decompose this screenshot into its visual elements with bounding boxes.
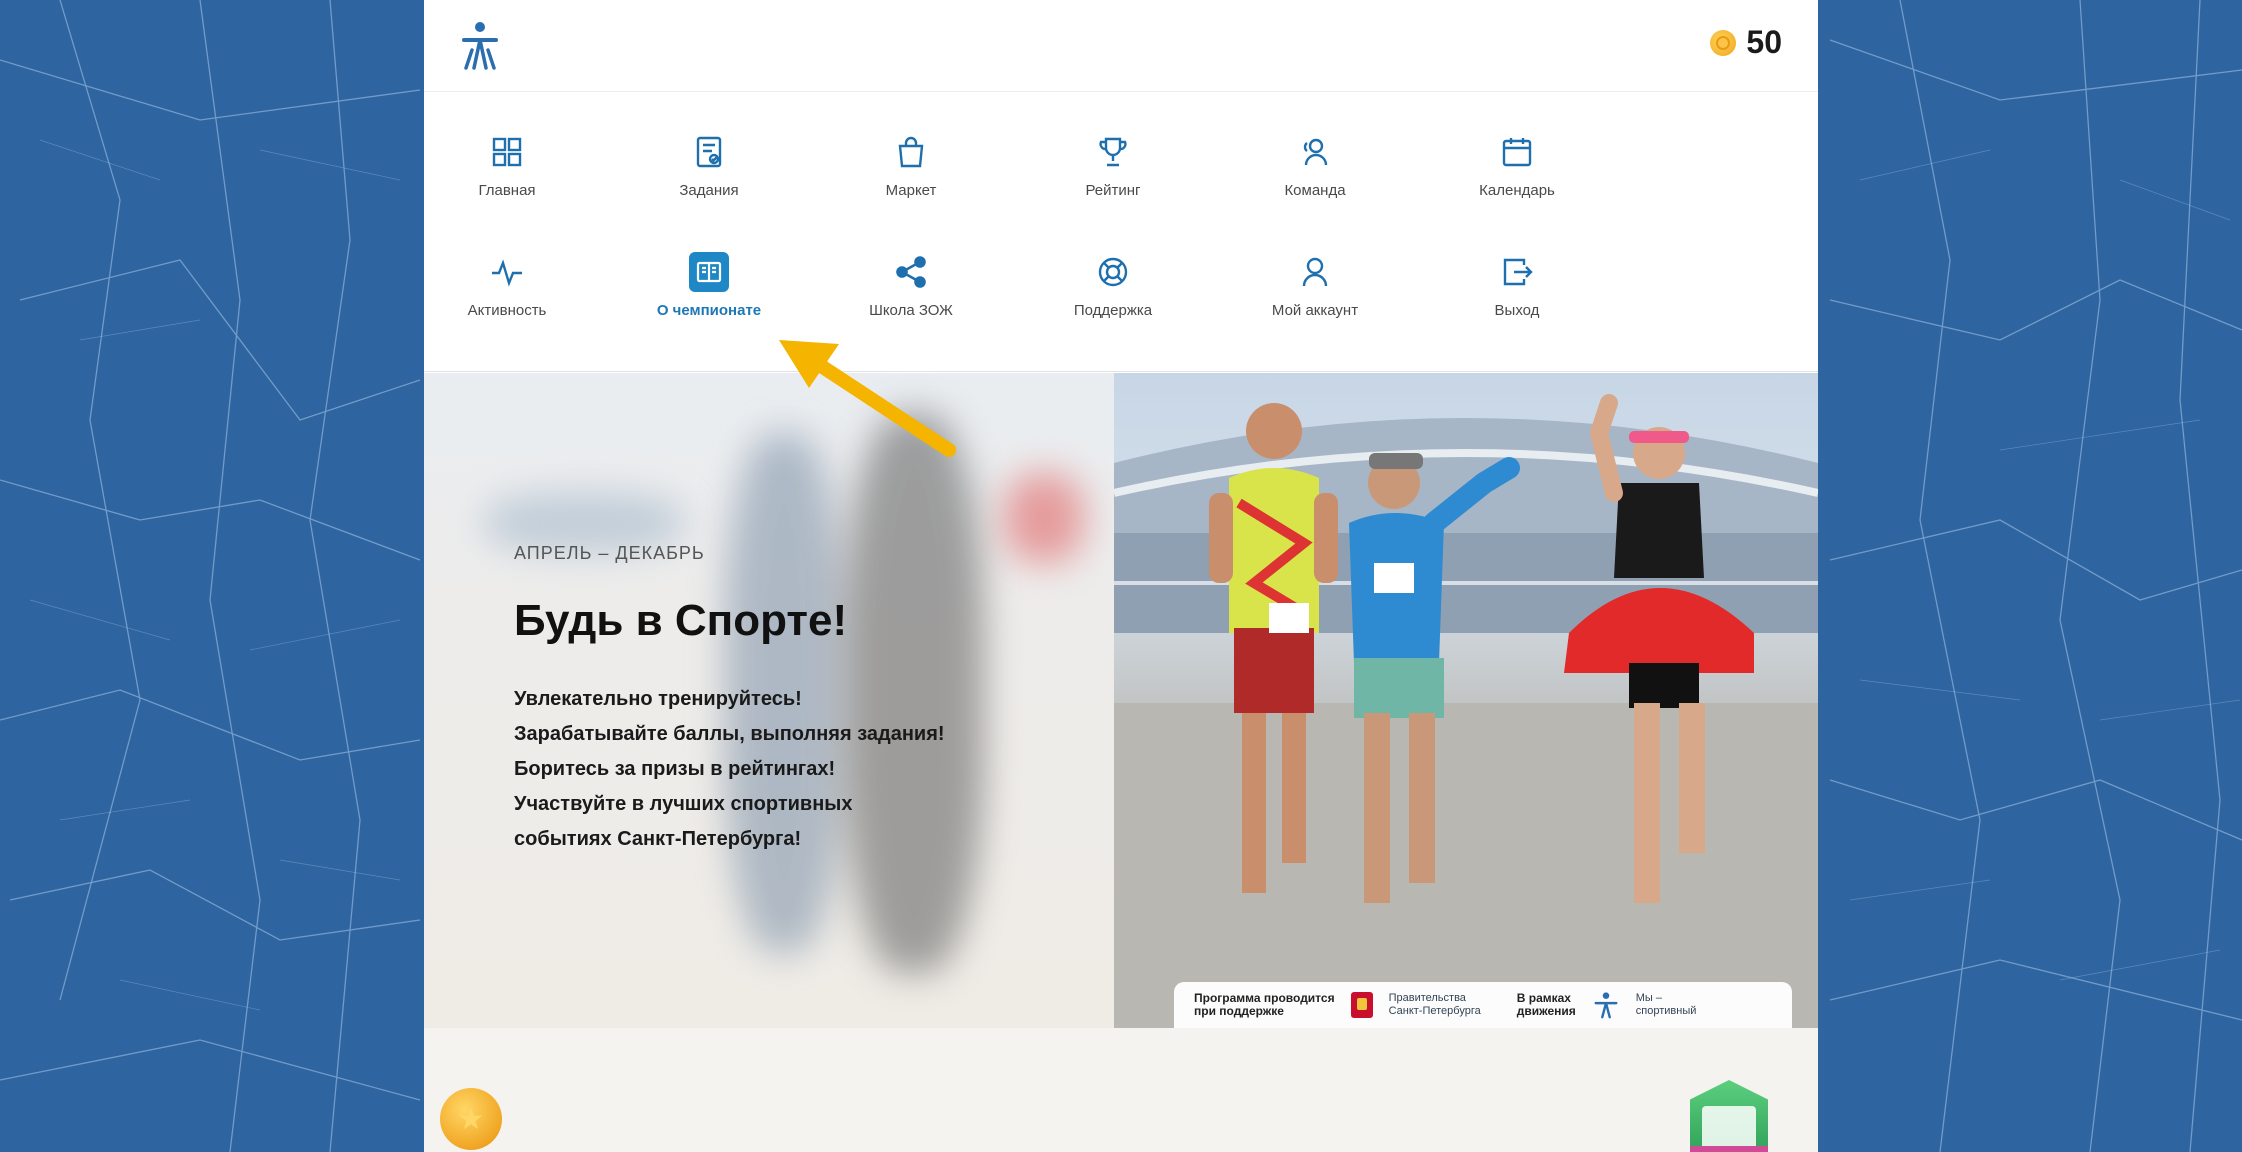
nav-label: Маркет — [885, 182, 937, 199]
nav-item-market[interactable]: Маркет — [836, 132, 986, 212]
government-text: Правительства Санкт-Петербурга — [1389, 992, 1481, 1018]
app-window: 50 Главная Задания Маркет Рейтинг Команд… — [424, 0, 1818, 1152]
nav-item-about-championship[interactable]: О чемпионате — [634, 252, 784, 332]
hero-line: Участвуйте в лучших спортивных — [514, 793, 853, 815]
nav-item-logout[interactable]: Выход — [1442, 252, 1592, 332]
hero-line: Боритесь за призы в рейтингах! — [514, 758, 836, 780]
team-icon — [1295, 132, 1335, 172]
movement-text: В рамках движения — [1517, 992, 1576, 1018]
hero-line: событиях Санкт-Петербурга! — [514, 828, 802, 850]
nav-item-rating[interactable]: Рейтинг — [1038, 132, 1188, 212]
nav-label: Главная — [478, 182, 536, 199]
nav-label: Календарь — [1479, 182, 1555, 199]
coat-of-arms-icon — [1350, 992, 1373, 1018]
nav-label: Задания — [679, 182, 739, 199]
hero-body: Увлекательно тренируйтесь! Зарабатывайте… — [514, 682, 1074, 857]
coin-count: 50 — [1746, 24, 1782, 60]
calendar-icon — [1497, 132, 1537, 172]
hero-eyebrow: АПРЕЛЬ – ДЕКАБРЬ — [514, 543, 705, 563]
annotation-arrow-icon — [779, 340, 956, 457]
nav-item-my-account[interactable]: Мой аккаунт — [1240, 252, 1390, 332]
hero-banner: АПРЕЛЬ – ДЕКАБРЬ Будь в Спорте! Увлекате… — [424, 373, 1818, 1028]
movement-line: движения — [1516, 1004, 1576, 1018]
sponsor-bar: Программа проводится при поддержке Прави… — [1174, 982, 1792, 1028]
nav-item-activity[interactable]: Активность — [432, 252, 582, 332]
grid-icon — [487, 132, 527, 172]
main-nav: Главная Задания Маркет Рейтинг Команда К… — [424, 92, 1818, 372]
hero-line: Увлекательно тренируйтесь! — [514, 688, 802, 710]
nav-item-home[interactable]: Главная — [432, 132, 582, 212]
nav-label: Рейтинг — [1085, 182, 1141, 199]
gov-line: Санкт-Петербурга — [1388, 1005, 1481, 1017]
nav-label: Команда — [1284, 182, 1346, 199]
nav-item-calendar[interactable]: Календарь — [1442, 132, 1592, 212]
hero-title: Будь в Спорте! — [514, 596, 848, 645]
top-bar: 50 — [424, 0, 1818, 92]
share-icon — [891, 252, 931, 292]
movement-logo-icon — [1594, 992, 1618, 1019]
trophy-icon — [1093, 132, 1133, 172]
nav-label: Школа ЗОЖ — [869, 302, 953, 319]
nav-item-tasks[interactable]: Задания — [634, 132, 784, 212]
hero-left-panel: АПРЕЛЬ – ДЕКАБРЬ Будь в Спорте! Увлекате… — [424, 373, 1114, 1028]
nav-item-support[interactable]: Поддержка — [1038, 252, 1188, 332]
nav-item-healthy-school[interactable]: Школа ЗОЖ — [836, 252, 986, 332]
program-line: при поддержке — [1194, 1004, 1284, 1018]
tasks-icon — [689, 132, 729, 172]
coin-icon: ★ — [440, 1088, 502, 1150]
user-icon — [1295, 252, 1335, 292]
runners-photo-illustration — [1114, 394, 1818, 1028]
nav-label: Мой аккаунт — [1271, 302, 1359, 319]
nav-item-team[interactable]: Команда — [1240, 132, 1390, 212]
lifebuoy-icon — [1093, 252, 1133, 292]
logo-icon[interactable] — [456, 20, 504, 72]
logout-icon — [1497, 252, 1537, 292]
nav-label: Активность — [467, 302, 547, 319]
hero-line: Зарабатывайте баллы, выполняя задания! — [514, 723, 945, 745]
bottom-area: ★ — [424, 1028, 1818, 1152]
gov-line: Правительства — [1388, 992, 1466, 1004]
nav-label: Выход — [1494, 302, 1540, 319]
program-text: Программа проводится при поддержке — [1194, 992, 1335, 1018]
hero-photo: Программа проводится при поддержке Прави… — [1114, 373, 1818, 1028]
nav-label: О чемпионате — [656, 302, 762, 319]
coin-balance: 50 — [1710, 24, 1782, 61]
badge-ribbon — [1690, 1146, 1768, 1152]
book-icon — [689, 252, 729, 292]
shopping-bag-icon — [891, 132, 931, 172]
coin-icon — [1710, 29, 1737, 56]
movement-name: Мы – спортивный — [1635, 992, 1697, 1017]
nav-label: Поддержка — [1073, 302, 1153, 319]
activity-icon — [487, 252, 527, 292]
hero-text-block: АПРЕЛЬ – ДЕКАБРЬ Будь в Спорте! Увлекате… — [514, 543, 1074, 857]
